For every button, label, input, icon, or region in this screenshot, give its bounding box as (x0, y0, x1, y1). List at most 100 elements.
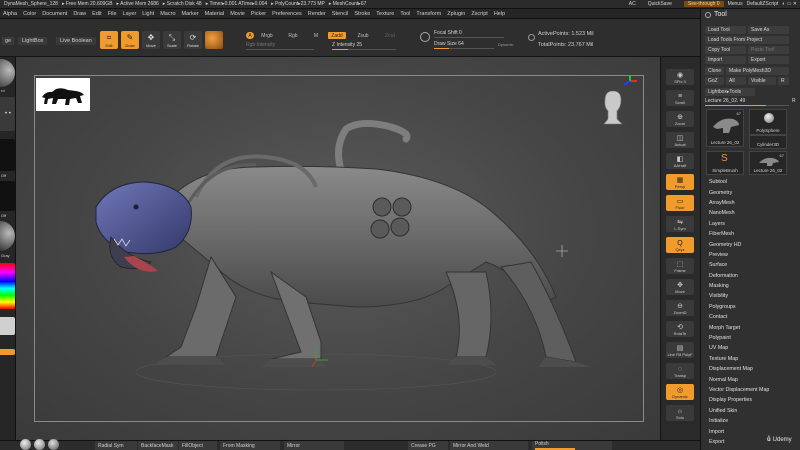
paste-tool-button[interactable]: Paste Tool (748, 46, 789, 54)
menu-file[interactable]: File (105, 11, 120, 17)
subpalette-uv-map[interactable]: UV Map (709, 343, 799, 353)
brush-sphere-icon[interactable] (0, 59, 15, 87)
dynamic-button[interactable]: Dynamic (498, 42, 514, 47)
z-intensity-slider[interactable]: Z Intensity 25 (332, 42, 396, 50)
subpalette-layers[interactable]: Layers (709, 219, 799, 229)
a-button[interactable]: A (246, 32, 254, 39)
see-through-slider[interactable]: See-through 0 (683, 1, 724, 7)
subpalette-contact[interactable]: Contact (709, 312, 799, 322)
stroke-dots-icon[interactable]: • • (0, 97, 15, 131)
menu-draw[interactable]: Draw (70, 11, 89, 17)
menu-light[interactable]: Light (139, 11, 157, 17)
menu-movie[interactable]: Movie (227, 11, 248, 17)
copy-tool-button[interactable]: Copy Tool (705, 46, 746, 54)
subpalette-texture-map[interactable]: Texture Map (709, 354, 799, 364)
shelf-spix-3-button[interactable]: ◉ SPix 3 (666, 69, 694, 85)
menu-preferences[interactable]: Preferences (269, 11, 305, 17)
current-tool-slider[interactable]: Lecture 26_02. 49 (705, 98, 789, 106)
save-as-button[interactable]: Save As (748, 26, 789, 34)
lightbox-tools-button[interactable]: Lightbox▸Tools (705, 88, 755, 96)
menu-marker[interactable]: Marker (179, 11, 202, 17)
menu-macro[interactable]: Macro (157, 11, 178, 17)
visible-button[interactable]: Visible (748, 77, 776, 85)
rotate-button[interactable]: ⟳ Rotate (184, 31, 202, 49)
shelf-rotate-button[interactable]: ⟲ RotaTe (666, 321, 694, 337)
subpalette-geometry[interactable]: Geometry (709, 187, 799, 197)
subpalette-display-properties[interactable]: Display Properties (709, 395, 799, 405)
menus-toggle[interactable]: Menus (728, 1, 743, 7)
ac-button[interactable]: AC (629, 1, 636, 7)
menu-layer[interactable]: Layer (120, 11, 140, 17)
sphere-brush-icon[interactable] (20, 439, 31, 450)
menu-help[interactable]: Help (491, 11, 508, 17)
menu-stencil[interactable]: Stencil (329, 11, 352, 17)
rgb-button[interactable]: Rgb (286, 32, 300, 39)
shelf-aahalf-button[interactable]: ◧ AAHalf (666, 153, 694, 169)
subpalette-polygroups[interactable]: Polygroups (709, 302, 799, 312)
edit-button[interactable]: ⌗ Edit (100, 31, 118, 49)
lightbox-button[interactable]: LightBox (18, 37, 48, 45)
menu-zplugin[interactable]: Zplugin (444, 11, 468, 17)
crease-pg-button[interactable]: Crease PG (408, 441, 448, 450)
subpalette-surface[interactable]: Surface (709, 260, 799, 270)
window-controls[interactable]: ◐ ▭ ✕ (782, 1, 797, 7)
shelf-actual-button[interactable]: ◫ Actual (666, 132, 694, 148)
fill-object-button[interactable]: FillObject (179, 441, 217, 450)
polish-slider[interactable]: Polish (532, 441, 612, 450)
shelf-zoom-button[interactable]: ⊕ Zoom (666, 111, 694, 127)
material-sphere-icon[interactable] (0, 221, 15, 251)
menu-zscript[interactable]: Zscript (468, 11, 491, 17)
sphere-brush-icon-2[interactable] (34, 439, 45, 450)
shelf-solo-button[interactable]: ☼ Solo (666, 405, 694, 421)
subpalette-deformation[interactable]: Deformation (709, 271, 799, 281)
subpalette-polypaint[interactable]: Polypaint (709, 333, 799, 343)
palette-dock-icon[interactable] (705, 11, 711, 18)
zcut-button[interactable]: Zcut (382, 32, 398, 39)
subpalette-preview[interactable]: Preview (709, 250, 799, 260)
left-partial-label[interactable]: ge (2, 37, 15, 45)
shelf-persp-button[interactable]: ▦ Persp (666, 174, 694, 190)
menu-render[interactable]: Render (305, 11, 329, 17)
load-tool-button[interactable]: Load Tool (705, 26, 746, 34)
shelf-qxyz-button[interactable]: Q Qxyz (666, 237, 694, 253)
subpalette-normal-map[interactable]: Normal Map (709, 374, 799, 384)
subpalette-displacement-map[interactable]: Displacement Map (709, 364, 799, 374)
shelf-scroll-button[interactable]: ≡ Scroll (666, 90, 694, 106)
shelf-dynamic-button[interactable]: ◎ Dynamic (666, 384, 694, 400)
shelf-transp-button[interactable]: ◌ Transp (666, 363, 694, 379)
creature-model[interactable] (16, 57, 660, 440)
menu-document[interactable]: Document (39, 11, 70, 17)
gradient-toggle[interactable] (0, 349, 15, 355)
axis-gyro-icon[interactable] (622, 75, 638, 87)
r-button[interactable]: R (778, 77, 789, 85)
quicksave-button[interactable]: QuickSave (648, 1, 672, 7)
draw-button[interactable]: ✎ Draw (121, 31, 139, 49)
focal-shift-slider[interactable]: Focal Shift 0 (434, 30, 504, 38)
move-button[interactable]: ✥ Move (142, 31, 160, 49)
load-tools-from-project-button[interactable]: Load Tools From Project (705, 36, 789, 44)
subpalette-vector-displacement-map[interactable]: Vector Displacement Map (709, 385, 799, 395)
backface-mask-button[interactable]: BackfaceMask (138, 441, 178, 450)
sphere-brush-icon-3[interactable] (48, 439, 59, 450)
subpalette-geometry-hd[interactable]: Geometry HD (709, 239, 799, 249)
subpalette-unified-skin[interactable]: Unified Skin (709, 406, 799, 416)
menu-color[interactable]: Color (20, 11, 39, 17)
subpalette-visibility[interactable]: Visibility (709, 291, 799, 301)
scale-button[interactable]: ⤡ Scale (163, 31, 181, 49)
clone-button[interactable]: Clone (705, 67, 724, 75)
tool-thumb-simplebrush[interactable]: S SimpleBrush (706, 151, 744, 175)
menu-tool[interactable]: Tool (397, 11, 413, 17)
subpalette-subtool[interactable]: Subtool (709, 177, 799, 187)
palette-header[interactable]: Tool (705, 11, 727, 18)
m-button[interactable]: M (312, 32, 320, 39)
zsub-button[interactable]: Zsub (354, 32, 372, 39)
menu-edit[interactable]: Edit (89, 11, 104, 17)
menu-stroke[interactable]: Stroke (351, 11, 373, 17)
goz-button[interactable]: GoZ (705, 77, 724, 85)
tool-thumb-lecture-2[interactable]: 67 Lecture 26_02 (749, 151, 787, 175)
from-masking-button[interactable]: From Masking (220, 441, 280, 450)
menu-texture[interactable]: Texture (373, 11, 397, 17)
draw-size-slider[interactable]: Draw Size 64 (434, 41, 494, 49)
material-swatch[interactable] (205, 31, 223, 49)
radial-sym-button[interactable]: Radial Sym (95, 441, 137, 450)
